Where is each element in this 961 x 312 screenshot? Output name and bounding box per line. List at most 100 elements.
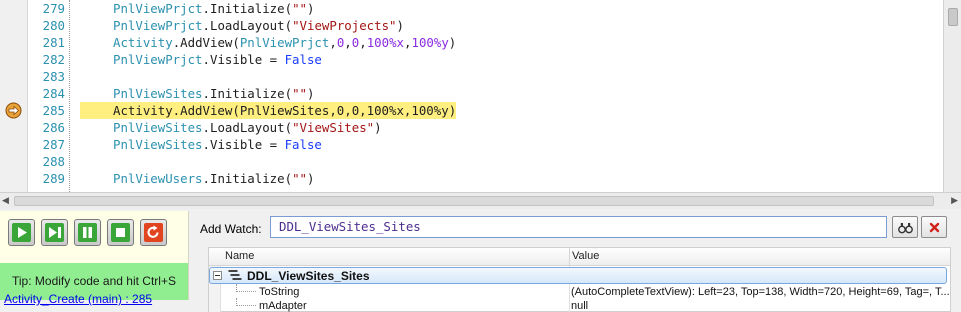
code-token: PnlViewSites — [113, 137, 203, 152]
code-token: .Initialize( — [202, 86, 293, 101]
inspect-button[interactable] — [892, 216, 918, 238]
line-number: 282 — [42, 52, 65, 67]
code-token: , — [329, 35, 337, 50]
code-line[interactable]: 282 PnlViewPrjct.Visible = False — [0, 51, 943, 68]
code-text: Activity.AddView(PnlViewSites,0,0,100%x,… — [80, 102, 457, 119]
collapse-toggle-icon[interactable] — [213, 271, 222, 280]
line-number: 283 — [42, 69, 65, 84]
code-token: PnlViewUsers — [113, 171, 203, 186]
stop-icon — [111, 223, 130, 242]
line-number: 285 — [42, 103, 65, 118]
code-line[interactable]: 281 Activity.AddView(PnlViewPrjct,0,0,100… — [0, 34, 943, 51]
object-icon — [228, 270, 242, 280]
code-token: "" — [292, 86, 307, 101]
tree-connector — [236, 298, 256, 306]
clear-watch-button[interactable] — [921, 216, 947, 238]
code-token: 100%x — [366, 35, 405, 50]
code-token: "" — [292, 171, 307, 186]
restart-icon — [144, 223, 163, 242]
add-watch-input[interactable]: DDL_ViewSites_Sites — [270, 216, 887, 238]
code-token: PnlViewPrjct — [239, 35, 330, 50]
code-line[interactable]: 288 — [0, 153, 943, 170]
code-text: PnlViewSites.LoadLayout("ViewSites") — [80, 119, 382, 136]
current-line-arrow-icon[interactable] — [5, 102, 22, 119]
editor-vertical-scrollbar[interactable] — [943, 0, 961, 192]
binoculars-icon — [898, 223, 913, 234]
code-text: PnlViewUsers.Initialize("") — [80, 170, 314, 187]
code-line[interactable]: 280 PnlViewPrjct.LoadLayout("ViewProjects… — [0, 17, 943, 34]
code-text: PnlViewSites.Initialize("") — [80, 85, 314, 102]
add-watch-label: Add Watch: — [200, 222, 262, 236]
code-line[interactable]: 287 PnlViewSites.Visible = False — [0, 136, 943, 153]
watch-row-name: ToString — [259, 286, 300, 298]
code-token: 100%y — [411, 35, 449, 50]
code-token: , — [359, 35, 367, 50]
code-text: PnlViewPrjct.Visible = False — [80, 51, 322, 68]
line-number: 279 — [42, 1, 65, 16]
code-token: ) — [396, 18, 404, 33]
stop-button[interactable] — [107, 219, 134, 246]
watch-row-value: (AutoCompleteTextView): Left=23, Top=138… — [571, 286, 950, 298]
code-token: ) — [448, 35, 457, 50]
code-token: .Visible = — [202, 52, 285, 67]
code-token: .Initialize( — [202, 1, 293, 16]
code-token: "" — [292, 1, 307, 16]
watch-row[interactable]: mAdapter null — [209, 298, 950, 312]
vertical-scroll-thumb[interactable] — [948, 8, 958, 26]
code-token: PnlViewPrjct — [113, 52, 203, 67]
scroll-right-arrow-icon[interactable]: ▶ — [951, 196, 958, 206]
call-stack-link[interactable]: Activity_Create (main) : 285 — [4, 292, 152, 306]
code-token: .LoadLayout( — [202, 120, 293, 135]
line-number: 281 — [42, 35, 65, 50]
column-divider[interactable] — [569, 248, 570, 266]
editor-horizontal-scrollbar[interactable]: ◀ ▶ — [0, 192, 961, 209]
line-number: 280 — [42, 18, 65, 33]
line-number: 289 — [42, 171, 65, 186]
watch-grid[interactable]: Name Value DDL_ViewSites_Sites ToString … — [208, 247, 951, 312]
step-button[interactable] — [41, 219, 68, 246]
code-token: ) — [374, 120, 382, 135]
code-token: , — [344, 35, 352, 50]
code-line[interactable]: 289 PnlViewUsers.Initialize("") — [0, 170, 943, 187]
watch-row[interactable]: ToString (AutoCompleteTextView): Left=23… — [209, 284, 950, 300]
code-text: Activity.AddView(PnlViewPrjct,0,0,100%x,… — [80, 34, 456, 51]
scroll-left-arrow-icon[interactable]: ◀ — [2, 196, 9, 206]
line-number: 284 — [42, 86, 65, 101]
restart-button[interactable] — [140, 219, 167, 246]
line-number: 286 — [42, 120, 65, 135]
run-button[interactable] — [8, 219, 35, 246]
code-token: "ViewSites" — [292, 120, 375, 135]
pause-button[interactable] — [74, 219, 101, 246]
watch-row-name: mAdapter — [259, 300, 307, 312]
column-header-value[interactable]: Value — [572, 250, 599, 262]
watch-root-row[interactable]: DDL_ViewSites_Sites — [209, 267, 947, 284]
line-number: 288 — [42, 154, 65, 169]
code-token: PnlViewSites — [113, 86, 203, 101]
code-line[interactable]: 279 PnlViewPrjct.Initialize("") — [0, 0, 943, 17]
tree-connector — [236, 284, 256, 292]
code-editor[interactable]: 279 PnlViewPrjct.Initialize("") 280 PnlView… — [0, 0, 961, 192]
code-token: .LoadLayout( — [202, 18, 293, 33]
code-line[interactable]: 283 — [0, 68, 943, 85]
code-token: "ViewProjects" — [292, 18, 397, 33]
code-token: False — [284, 52, 322, 67]
code-token: Activity — [113, 35, 173, 50]
code-line[interactable]: 286 PnlViewSites.LoadLayout("ViewSites") — [0, 119, 943, 136]
horizontal-scroll-thumb[interactable] — [14, 196, 934, 206]
step-forward-icon — [45, 223, 64, 242]
watch-panel: Add Watch: DDL_ViewSites_Sites Name Valu… — [190, 211, 961, 312]
watch-row-value: null — [571, 300, 589, 312]
code-token: Activity.AddView(PnlViewSites,0,0,100%x,… — [113, 103, 457, 118]
code-line[interactable]: 284 PnlViewSites.Initialize("") — [0, 85, 943, 102]
column-header-name[interactable]: Name — [225, 250, 254, 262]
code-token: ) — [306, 1, 315, 16]
close-icon — [929, 222, 940, 233]
debug-panel: Tip: Modify code and hit Ctrl+S Activity… — [0, 211, 189, 312]
code-token: .Initialize( — [202, 171, 293, 186]
code-token: ) — [306, 171, 315, 186]
code-text: PnlViewPrjct.Initialize("") — [80, 0, 314, 17]
code-token: ) — [306, 86, 315, 101]
code-line[interactable]: 285 Activity.AddView(PnlViewSites,0,0,100… — [0, 102, 943, 119]
